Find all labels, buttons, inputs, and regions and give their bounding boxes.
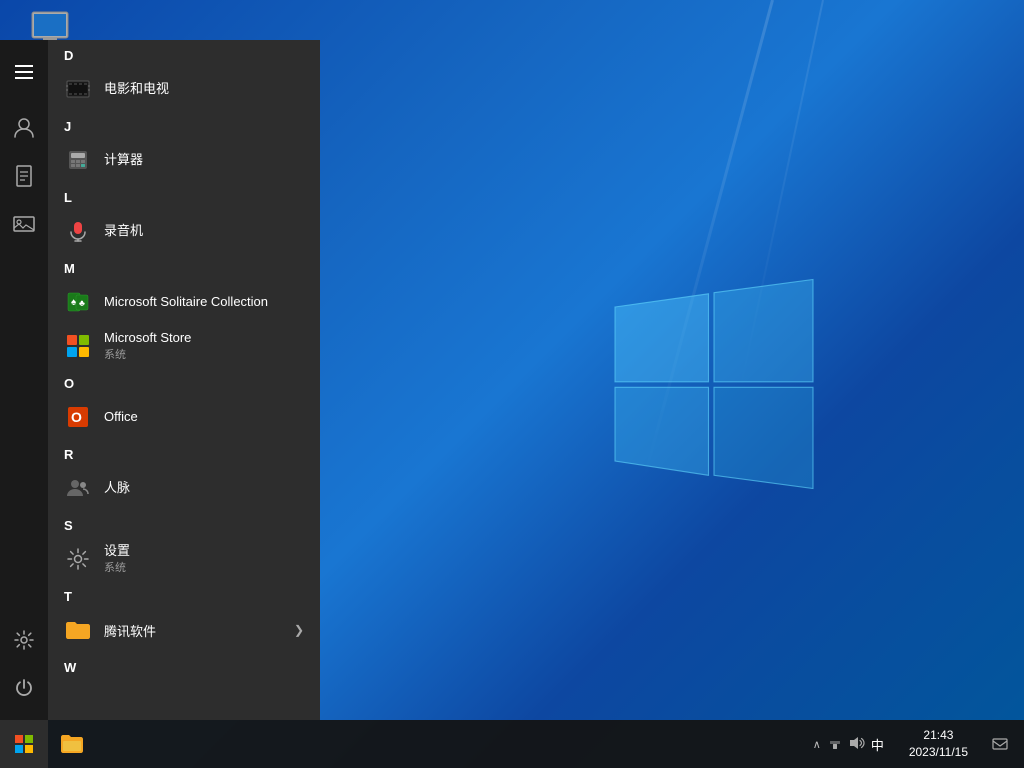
settings-sub: 系统 bbox=[104, 559, 130, 575]
sidebar-power-icon[interactable] bbox=[0, 664, 48, 712]
app-item-ms-store[interactable]: Microsoft Store 系统 bbox=[48, 324, 320, 368]
sidebar-top bbox=[0, 48, 48, 248]
app-item-solitaire[interactable]: ♠ ♣ Microsoft Solitaire Collection bbox=[48, 280, 320, 324]
section-header-o: O bbox=[48, 368, 320, 395]
windows-logo-desktop bbox=[604, 274, 824, 494]
solitaire-icon: ♠ ♣ bbox=[64, 288, 92, 316]
calculator-info: 计算器 bbox=[104, 152, 143, 168]
section-header-j: J bbox=[48, 111, 320, 138]
ms-store-sub: 系统 bbox=[104, 346, 191, 362]
office-icon: O bbox=[64, 403, 92, 431]
app-list: D bbox=[48, 40, 320, 720]
app-item-tencent[interactable]: 腾讯软件 ❯ bbox=[48, 608, 320, 652]
desktop: 此电脑 bbox=[0, 0, 1024, 768]
office-info: Office bbox=[104, 409, 138, 425]
system-tray: ∧ 中 bbox=[807, 735, 893, 754]
section-header-m: M bbox=[48, 253, 320, 280]
sidebar bbox=[0, 40, 48, 720]
tencent-chevron-icon: ❯ bbox=[294, 623, 304, 637]
sidebar-user-icon[interactable] bbox=[0, 104, 48, 152]
movies-tv-icon bbox=[64, 75, 92, 103]
hamburger-menu-button[interactable] bbox=[0, 48, 48, 96]
ms-store-icon bbox=[64, 332, 92, 360]
people-icon bbox=[64, 474, 92, 502]
taskbar-right: ∧ 中 21:43 2023/11 bbox=[807, 720, 1024, 768]
sidebar-bottom bbox=[0, 616, 48, 712]
sidebar-document-icon[interactable] bbox=[0, 152, 48, 200]
calculator-icon bbox=[64, 146, 92, 174]
tencent-folder-icon bbox=[64, 616, 92, 644]
app-item-people[interactable]: 人脉 bbox=[48, 466, 320, 510]
ms-store-name: Microsoft Store bbox=[104, 330, 191, 346]
office-name: Office bbox=[104, 409, 138, 425]
movies-tv-name: 电影和电视 bbox=[104, 81, 169, 97]
section-header-d: D bbox=[48, 40, 320, 67]
solitaire-info: Microsoft Solitaire Collection bbox=[104, 294, 268, 310]
tray-chevron-icon[interactable]: ∧ bbox=[813, 738, 821, 751]
notification-button[interactable] bbox=[984, 720, 1016, 768]
app-item-recorder[interactable]: 录音机 bbox=[48, 209, 320, 253]
movies-tv-info: 电影和电视 bbox=[104, 81, 169, 97]
taskbar: ∧ 中 21:43 2023/11 bbox=[0, 720, 1024, 768]
clock-date: 2023/11/15 bbox=[909, 744, 968, 761]
app-item-office[interactable]: O Office bbox=[48, 395, 320, 439]
calculator-name: 计算器 bbox=[104, 152, 143, 168]
network-icon[interactable] bbox=[827, 736, 843, 753]
section-header-w: W bbox=[48, 652, 320, 679]
recorder-info: 录音机 bbox=[104, 223, 143, 239]
taskbar-file-explorer-button[interactable] bbox=[48, 720, 96, 768]
ms-store-info: Microsoft Store 系统 bbox=[104, 330, 191, 362]
sidebar-settings-icon[interactable] bbox=[0, 616, 48, 664]
svg-text:♣: ♣ bbox=[79, 298, 85, 308]
speaker-icon[interactable] bbox=[849, 735, 865, 754]
svg-text:O: O bbox=[71, 409, 82, 425]
tencent-folder-left: 腾讯软件 bbox=[64, 616, 156, 644]
app-item-movies-tv[interactable]: 电影和电视 bbox=[48, 67, 320, 111]
recorder-icon bbox=[64, 217, 92, 245]
ime-label[interactable]: 中 bbox=[871, 735, 887, 754]
taskbar-clock[interactable]: 21:43 2023/11/15 bbox=[901, 727, 976, 761]
sidebar-photos-icon[interactable] bbox=[0, 200, 48, 248]
clock-time: 21:43 bbox=[923, 727, 953, 744]
start-button[interactable] bbox=[0, 720, 48, 768]
app-item-calculator[interactable]: 计算器 bbox=[48, 138, 320, 182]
section-header-r: R bbox=[48, 439, 320, 466]
section-header-l: L bbox=[48, 182, 320, 209]
settings-info: 设置 系统 bbox=[104, 543, 130, 575]
section-header-t: T bbox=[48, 581, 320, 608]
people-name: 人脉 bbox=[104, 480, 130, 496]
tencent-name: 腾讯软件 bbox=[104, 621, 156, 640]
recorder-name: 录音机 bbox=[104, 223, 143, 239]
settings-icon bbox=[64, 545, 92, 573]
app-item-settings[interactable]: 设置 系统 bbox=[48, 537, 320, 581]
section-header-s: S bbox=[48, 510, 320, 537]
settings-name: 设置 bbox=[104, 543, 130, 559]
people-info: 人脉 bbox=[104, 480, 130, 496]
solitaire-name: Microsoft Solitaire Collection bbox=[104, 294, 268, 310]
